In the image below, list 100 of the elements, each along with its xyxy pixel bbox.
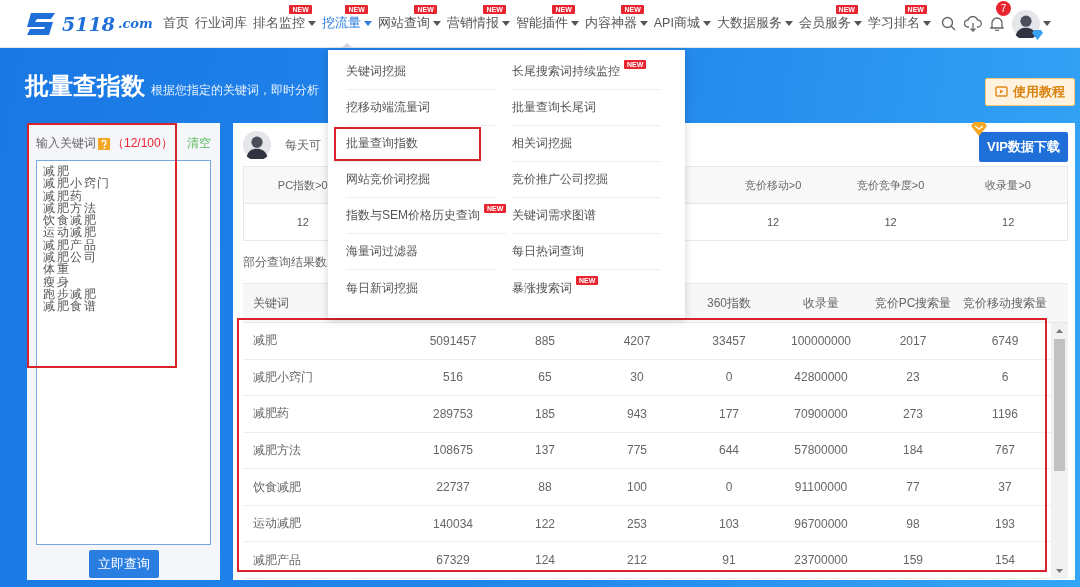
stat-label: 竞价移动>0 [744,177,802,193]
menu-item[interactable]: 竞价推广公司挖掘 [512,162,661,198]
stat-label: 竞价竞争度>0 [856,177,925,193]
keyword-line: 减肥公司 [43,251,98,264]
keyword-label: 输入关键词 [36,135,96,152]
notification-count: 7 [995,1,1011,16]
diamond-icon [1031,29,1043,40]
table-cell: 122 [535,516,555,531]
table-cell: 65 [538,370,552,385]
menu-item[interactable]: 网站竞价词挖掘 [346,162,495,198]
keyword-line: 减肥小窍门 [43,177,112,190]
logo-text[interactable]: 5118 [62,12,115,35]
keyword-line: 减肥食谱 [43,300,98,313]
table-cell: 减肥 [253,332,277,350]
nav-item[interactable]: 大数据服务 [716,0,793,48]
table-cell: 37 [998,480,1012,494]
nav-item[interactable]: 首页 [162,0,189,48]
keyword-line: 跑步减肥 [43,287,98,301]
table-cell: 减肥产品 [253,551,301,569]
table-cell: 100 [627,480,647,494]
keyword-count: （12/100） [112,135,173,152]
table-cell: 1196 [992,406,1018,421]
table-cell: 96700000 [794,516,848,531]
table-cell: 91 [722,553,736,568]
table-cell: 185 [535,406,555,421]
table-cell: 767 [995,443,1015,458]
caret-icon [1042,21,1051,26]
table-cell: 775 [627,443,647,458]
table-cell: 4207 [623,333,651,348]
vip-download-button[interactable]: VIP数据下载 [979,132,1068,162]
stat-value: 12 [296,216,309,228]
avatar-icon [243,131,271,159]
menu-item[interactable]: 相关词挖掘 [512,126,661,162]
table-cell: 运动减肥 [253,515,301,533]
table-cell: 0 [725,370,733,385]
table-cell: 289753 [432,406,473,421]
menu-item[interactable]: 关键词需求图谱 [512,198,661,234]
table-cell: 70900000 [794,406,848,421]
table-cell: 193 [995,516,1015,531]
table-cell: 33457 [712,333,746,348]
keyword-line: 减肥 [43,165,70,178]
table-cell: 57800000 [794,443,848,458]
table-cell: 2017 [899,333,927,348]
table-cell: 0 [725,480,733,494]
table-cell: 42800000 [794,370,848,385]
table-cell: 67329 [436,553,470,568]
search-icon[interactable] [940,16,956,31]
table-cell: 154 [995,553,1015,568]
table-cell: 30 [630,370,644,385]
menu-item[interactable]: 海量词过滤器 [346,234,495,270]
avatar-icon [1011,9,1040,38]
menu-item[interactable]: 批量查询指数 [333,126,482,162]
table-cell: 88 [538,480,552,494]
stat-value: 12 [1002,216,1015,228]
keyword-line: 运动减肥 [43,226,98,239]
page-subtitle: 根据您指定的关键词，即时分析 [151,82,319,99]
table-cell: 77 [906,480,920,494]
table-cell: 177 [719,406,739,421]
menu-item[interactable]: 关键词挖掘 [346,54,495,90]
keyword-line: 减肥方法 [43,201,98,215]
keyword-line: 瘦身 [43,275,70,288]
table-cell: 137 [535,443,555,458]
menu-item[interactable]: 批量查询长尾词 [512,90,661,126]
table-cell: 644 [719,443,739,458]
table-cell: 23700000 [794,553,848,568]
page-title: 批量查指数 [25,71,145,101]
column-header: 收录量 [803,294,839,312]
stat-label: PC指数>0 [277,177,328,193]
menu-item[interactable]: 挖移动端流量词 [346,90,495,126]
notice-text: 每天可 [285,136,321,154]
keyword-line: 减肥药 [43,189,84,202]
table-cell: 减肥小窍门 [253,368,313,386]
table-cell: 91100000 [794,480,848,494]
logo-suffix[interactable]: .com [117,16,153,31]
nav-item[interactable]: 行业词库 [194,0,247,48]
keyword-line: 饮食减肥 [43,214,98,227]
table-cell: 6 [1001,370,1009,385]
menu-item[interactable]: 每日热词查询 [512,234,661,270]
keyword-line: 体重 [43,263,70,276]
table-cell: 159 [903,553,923,568]
table-cell: 943 [627,406,647,421]
query-button[interactable]: 立即查询 [88,550,159,578]
cloud-download-icon[interactable] [963,15,982,32]
table-cell: 5091457 [429,333,477,348]
column-header: 竞价移动搜索量 [963,294,1047,312]
keyword-line: 减肥产品 [43,238,98,252]
stat-label: 收录量>0 [985,177,1031,193]
keyword-input-field[interactable]: 减肥 减肥小窍门 减肥药 减肥方法 饮食减肥 运动减肥 减肥产品 减肥公司 体重 瘦身 跑步减肥 减肥食谱 [36,160,211,545]
table-cell: 103 [719,516,739,531]
table-cell: 184 [903,443,923,458]
table-cell: 516 [443,370,463,385]
column-header: 360指数 [707,294,751,312]
table-cell: 885 [535,333,555,348]
table-cell: 22737 [436,480,470,494]
bell-icon[interactable] [989,16,1004,31]
column-header: 关键词 [253,294,289,312]
section-label: 部分查询结果数 [243,254,327,271]
menu-item[interactable]: 每日新词挖掘 [346,270,495,306]
table-cell: 98 [906,516,920,531]
nav-item[interactable]: API商城 [653,0,711,48]
